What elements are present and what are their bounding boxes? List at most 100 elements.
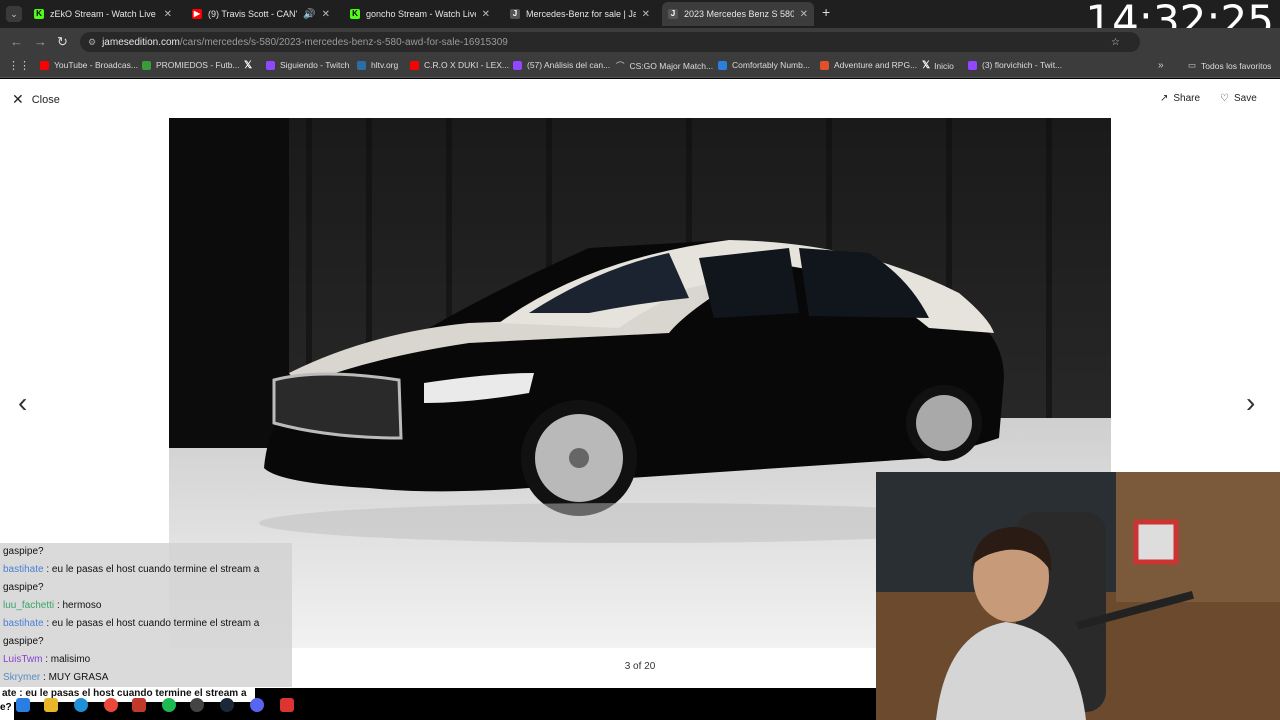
close-label: Close: [31, 93, 60, 106]
share-button[interactable]: ↗ Share: [1160, 93, 1200, 104]
kick-icon: K: [350, 9, 360, 19]
windows-start-icon[interactable]: [16, 698, 30, 712]
chrome-icon[interactable]: [104, 698, 118, 712]
bookmarks-bar: ⋮⋮ YouTube - Broadcas... PROMIEDOS - Fut…: [0, 56, 1280, 78]
tab-bar: ⌄ K zEkO Stream - Watch Live on K ✕ ▶ (9…: [0, 0, 1280, 45]
bookmark-florvichich[interactable]: (3) florvichich - Twit...: [968, 60, 1062, 70]
hltv-icon: [357, 60, 366, 70]
bookmark-csgo-major[interactable]: ⌒ CS:GO Major Match...: [616, 60, 713, 72]
promiedos-icon: [142, 60, 151, 70]
twitch-icon: [968, 60, 977, 70]
bookmark-label: hltv.org: [371, 60, 399, 70]
bookmark-analisis[interactable]: (57) Análisis del can...: [513, 60, 610, 70]
close-tab-icon[interactable]: ✕: [800, 9, 808, 20]
tab-title: zEkO Stream - Watch Live on K: [50, 9, 158, 19]
edge-icon[interactable]: [74, 698, 88, 712]
bookmark-youtube[interactable]: YouTube - Broadcas...: [40, 60, 138, 70]
forward-arrow-icon[interactable]: →: [34, 34, 47, 49]
share-label: Share: [1173, 93, 1201, 104]
bookmark-twitch[interactable]: Siguiendo - Twitch: [266, 60, 349, 70]
bookmark-label: C.R.O X DUKI - LEX...: [424, 60, 510, 70]
tab-travis-scott[interactable]: ▶ (9) Travis Scott - CAN'T SAY 🔊 ✕: [186, 2, 336, 26]
save-button[interactable]: ♡ Save: [1220, 93, 1257, 104]
chat-username: luu_fachetti: [3, 600, 55, 611]
close-tab-icon[interactable]: ✕: [642, 9, 650, 20]
close-tab-icon[interactable]: ✕: [322, 9, 330, 20]
bookmark-label: Comfortably Numb...: [732, 60, 810, 70]
youtube-icon: ▶: [192, 9, 202, 19]
app-icon[interactable]: [280, 698, 294, 712]
youtube-icon: [40, 60, 49, 70]
chat-message: bastihate : eu le pasas el host cuando t…: [0, 615, 292, 651]
site-info-icon[interactable]: ⚙: [88, 37, 96, 48]
chat-message: gaspipe?: [0, 543, 292, 561]
bookmark-inicio[interactable]: 𝕏 Inicio: [922, 60, 954, 71]
tab-mercedes-for-sale[interactable]: J Mercedes-Benz for sale | James ✕: [504, 2, 656, 26]
close-button[interactable]: ✕ Close: [12, 91, 60, 108]
spotify-icon[interactable]: [162, 698, 176, 712]
kick-icon: K: [34, 9, 44, 19]
bookmark-label: CS:GO Major Match...: [629, 61, 714, 71]
bookmark-label: Inicio: [934, 60, 954, 71]
chat-message: LuisTwm : malisimo: [0, 651, 292, 669]
twitch-icon: [266, 60, 275, 70]
folder-icon: ▭: [1188, 60, 1197, 70]
chat-username: bastihate: [3, 618, 44, 629]
reload-icon[interactable]: ↻: [57, 34, 68, 50]
app-icon[interactable]: [132, 698, 146, 712]
bookmark-label: PROMIEDOS - Futb...: [156, 60, 240, 70]
back-arrow-icon[interactable]: ←: [10, 34, 23, 49]
new-tab-button[interactable]: +: [822, 4, 830, 20]
youtube-icon: [410, 60, 419, 70]
obs-icon[interactable]: [190, 698, 204, 712]
chat-message: bastihate : eu le pasas el host cuando t…: [0, 561, 292, 597]
webcam-illustration: [876, 472, 1280, 720]
bookmark-comfortably-numb[interactable]: Comfortably Numb...: [718, 60, 810, 70]
speaker-icon[interactable]: 🔊: [303, 9, 315, 20]
tab-title: Mercedes-Benz for sale | James: [526, 9, 636, 19]
x-icon: 𝕏: [244, 60, 253, 71]
photo-counter: 3 of 20: [624, 661, 656, 672]
heart-icon: ♡: [1220, 93, 1229, 104]
apps-grid-icon[interactable]: ⋮⋮: [8, 59, 30, 72]
tab-zeko-stream[interactable]: K zEkO Stream - Watch Live on K ✕: [28, 2, 178, 26]
file-explorer-icon[interactable]: [44, 698, 58, 712]
bookmark-label: Todos los favoritos: [1201, 60, 1272, 71]
tab-search-button[interactable]: ⌄: [6, 6, 22, 22]
jamesedition-icon: J: [510, 9, 520, 19]
twitch-icon: [513, 60, 522, 70]
previous-photo-arrow[interactable]: ‹: [18, 387, 27, 419]
chat-text: : MUY GRASA: [43, 672, 109, 683]
bookmark-label: YouTube - Broadcas...: [54, 60, 138, 70]
bookmarks-folder[interactable]: ▭ Todos los favoritos: [1188, 60, 1271, 71]
chat-message: luu_fachetti : hermoso: [0, 597, 292, 615]
bookmark-adventure-rpg[interactable]: Adventure and RPG...: [820, 60, 917, 70]
url-bar[interactable]: ⚙ jamesedition.com /cars/mercedes/s-580/…: [80, 32, 1140, 52]
bookmark-x[interactable]: 𝕏: [244, 60, 252, 71]
bookmark-label: Siguiendo - Twitch: [280, 60, 350, 70]
tab-title: 2023 Mercedes Benz S 580 In D: [684, 9, 794, 19]
share-icon: ↗: [1160, 93, 1169, 104]
x-icon: 𝕏: [922, 60, 931, 71]
chat-username: bastihate: [3, 564, 44, 575]
bookmark-label: (3) florvichich - Twit...: [982, 60, 1063, 70]
tab-goncho-stream[interactable]: K goncho Stream - Watch Live on ✕: [344, 2, 496, 26]
close-tab-icon[interactable]: ✕: [482, 9, 490, 20]
discord-icon[interactable]: [250, 698, 264, 712]
next-photo-arrow[interactable]: ›: [1246, 387, 1255, 419]
steam-icon[interactable]: [220, 698, 234, 712]
close-icon: ✕: [12, 91, 24, 107]
tab-s580-active[interactable]: J 2023 Mercedes Benz S 580 In D ✕: [662, 2, 814, 26]
close-tab-icon[interactable]: ✕: [164, 9, 172, 20]
bookmark-star-icon[interactable]: ☆: [1111, 37, 1120, 48]
stream-chat: gaspipe? bastihate : eu le pasas el host…: [0, 543, 292, 687]
bookmark-promiedos[interactable]: PROMIEDOS - Futb...: [142, 60, 240, 70]
address-bar-row: ← → ↻ ⚙ jamesedition.com /cars/mercedes/…: [0, 28, 1280, 56]
bookmark-cro-duki[interactable]: C.R.O X DUKI - LEX...: [410, 60, 509, 70]
more-bookmarks-icon[interactable]: »: [1158, 60, 1164, 71]
chat-text: gaspipe?: [3, 546, 44, 557]
bookmark-hltv[interactable]: hltv.org: [357, 60, 398, 70]
tab-title: goncho Stream - Watch Live on: [366, 9, 476, 19]
chat-text: : hermoso: [56, 600, 102, 611]
chat-ticker: ate : eu le pasas el host cuando termine…: [0, 688, 255, 702]
